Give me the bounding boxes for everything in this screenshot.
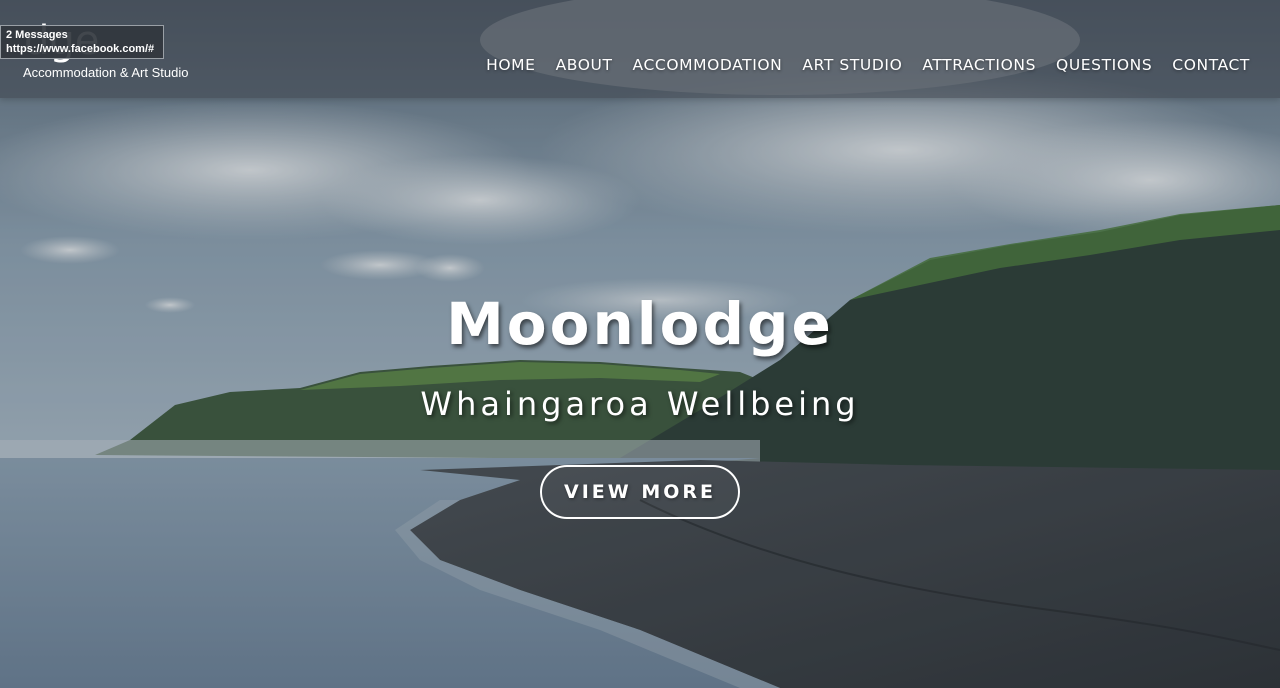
- nav-item-contact[interactable]: CONTACT: [1172, 56, 1250, 74]
- main-nav: HOME ABOUT ACCOMMODATION ART STUDIO ATTR…: [486, 56, 1250, 74]
- tooltip-url: https://www.facebook.com/#: [6, 43, 155, 55]
- nav-item-questions[interactable]: QUESTIONS: [1056, 56, 1152, 74]
- tooltip-messages-count: 2 Messages: [6, 29, 68, 41]
- hero-title: Moonlodge: [446, 290, 834, 358]
- nav-item-attractions[interactable]: ATTRACTIONS: [922, 56, 1036, 74]
- link-status-tooltip: 2 Messages https://www.facebook.com/#: [0, 25, 164, 59]
- nav-item-home[interactable]: HOME: [486, 56, 535, 74]
- hero-subtitle: Whaingaroa Wellbeing: [420, 385, 860, 423]
- nav-item-about[interactable]: ABOUT: [556, 56, 613, 74]
- nav-item-art-studio[interactable]: ART STUDIO: [802, 56, 902, 74]
- site-header: dge Accommodation & Art Studio HOME ABOU…: [0, 0, 1280, 98]
- site-tagline: Accommodation & Art Studio: [23, 65, 189, 80]
- nav-item-accommodation[interactable]: ACCOMMODATION: [633, 56, 783, 74]
- view-more-button[interactable]: VIEW MORE: [540, 465, 740, 519]
